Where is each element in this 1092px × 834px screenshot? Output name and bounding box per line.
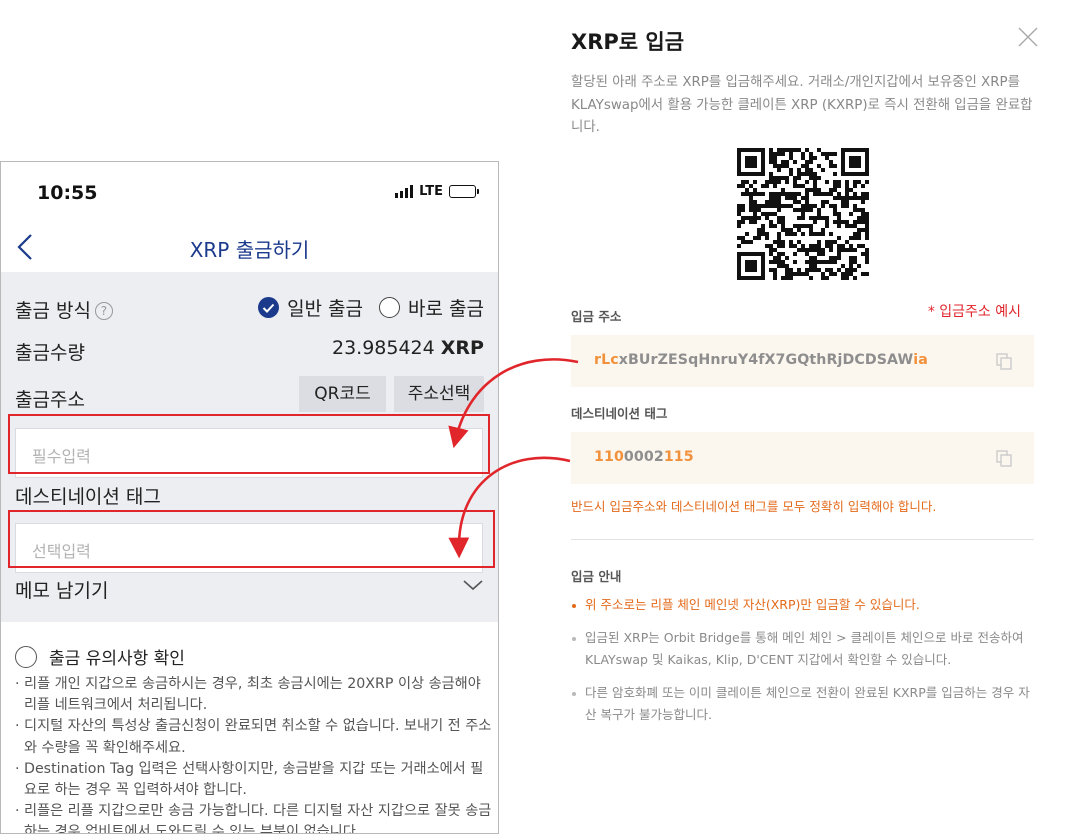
dest-tag-value[interactable]: 1100002115 (594, 449, 694, 465)
withdraw-form: 출금 방식? 일반 출금 바로 출금 출금수량 23.985424 XRP 출금… (1, 272, 498, 622)
dialog-description: 할당된 아래 주소로 XRP를 입금해주세요. 거래소/개인지갑에서 보유중인 … (571, 75, 1033, 135)
deposit-dialog: XRP로 입금 할당된 아래 주소로 XRP를 입금해주세요. 거래소/개인지갑… (555, 0, 1092, 834)
notice-item: · Destination Tag 입력은 선택사항이지만, 송금받을 지갑 또… (15, 760, 484, 799)
copy-icon[interactable] (996, 450, 1012, 467)
amount-number: 23.985424 (331, 337, 435, 359)
dest-tag-label: 데스티네이션 태그 (15, 486, 161, 508)
method-options: 일반 출금 바로 출금 (258, 294, 484, 321)
status-bar: 10:55 LTE (1, 162, 498, 224)
notice-item: · 리플 개인 지갑으로 송금하시는 경우, 최초 송금시에는 20XRP 이상… (15, 676, 481, 714)
help-icon[interactable]: ? (94, 302, 113, 320)
dialog-title: XRP로 입금 (571, 30, 685, 54)
page-title: XRP 출금하기 (189, 238, 310, 262)
dest-tag-highlight-frame (8, 510, 495, 568)
address-suffix: ia (913, 352, 928, 368)
address-highlight-frame (8, 414, 490, 474)
tag-middle: 0002 (623, 449, 664, 465)
deposit-address[interactable]: rLcxBUrZESqHnruY4fX7GQthRjDCDSAWia (594, 352, 928, 368)
divider (571, 539, 1034, 540)
option-instant-withdraw[interactable]: 바로 출금 (408, 294, 484, 321)
radio-unchecked-icon[interactable] (15, 645, 37, 668)
signal-icon (395, 185, 414, 198)
copy-icon[interactable] (996, 353, 1012, 370)
status-time: 10:55 (37, 182, 98, 204)
guide-item: 위 주소로는 리플 체인 메인넷 자산(XRP)만 입금할 수 있습니다. (571, 594, 1041, 617)
tag-prefix: 110 (594, 449, 624, 465)
guide-title: 입금 안내 (571, 569, 622, 584)
address-select-button[interactable]: 주소선택 (394, 376, 484, 412)
guide-item: 입금된 XRP는 Orbit Bridge를 통해 메인 체인 > 클레이튼 체… (571, 627, 1041, 672)
notice-item: · 디지털 자산의 특성상 출금신청이 완료되면 취소할 수 없습니다. 보내기… (15, 718, 492, 756)
notice-item: · 리플은 리플 지갑으로만 송금 가능합니다. 다른 디지털 자산 지갑으로 … (15, 803, 492, 834)
amount-label: 출금수량 (15, 342, 85, 364)
deposit-address-label: 입금 주소 (571, 309, 622, 324)
close-icon[interactable] (1017, 26, 1039, 48)
dest-tag-box: 1100002115 (571, 432, 1034, 484)
memo-label[interactable]: 메모 남기기 (15, 576, 108, 603)
nav-bar: XRP 출금하기 (1, 224, 498, 272)
chevron-down-icon[interactable] (462, 578, 484, 592)
guide-list: 위 주소로는 리플 체인 메인넷 자산(XRP)만 입금할 수 있습니다. 입금… (571, 594, 1041, 737)
radio-unchecked-icon[interactable] (379, 297, 401, 318)
phone-screenshot: 10:55 LTE XRP 출금하기 출금 방식? 일반 출금 바로 출금 출금… (0, 161, 499, 834)
qr-code (737, 148, 869, 280)
status-indicators: LTE (395, 184, 479, 199)
address-prefix: rLc (594, 352, 619, 368)
qr-code-button[interactable]: QR코드 (299, 376, 386, 412)
address-label: 출금주소 (15, 389, 85, 411)
notice-list: · 리플 개인 지갑으로 송금하시는 경우, 최초 송금시에는 20XRP 이상… (15, 674, 493, 834)
notice-confirm[interactable]: 출금 유의사항 확인 (15, 644, 185, 669)
method-label-text: 출금 방식 (15, 300, 91, 322)
tag-suffix: 115 (663, 449, 694, 465)
network-type: LTE (419, 184, 443, 199)
notice-title-text: 출금 유의사항 확인 (49, 649, 185, 669)
battery-icon (449, 185, 479, 198)
deposit-address-box: rLcxBUrZESqHnruY4fX7GQthRjDCDSAWia (571, 335, 1034, 387)
amount-unit: XRP (440, 337, 484, 359)
guide-item: 다른 암호화폐 또는 이미 클레이튼 체인으로 전환이 완료된 KXRP를 입금… (571, 682, 1041, 727)
address-middle: xBUrZESqHnruY4fX7GQthRjDCDSAW (618, 352, 914, 368)
dest-tag-section-label: 데스티네이션 태그 (571, 406, 668, 421)
address-example-note: * 입금주소 예시 (927, 304, 1021, 320)
amount-value: 23.985424 XRP (332, 337, 484, 359)
radio-checked-icon[interactable] (258, 297, 280, 318)
method-label: 출금 방식? (15, 296, 113, 323)
warning-text: 반드시 입금주소와 데스티네이션 태그를 모두 정확히 입력해야 합니다. (571, 499, 937, 514)
option-normal-withdraw[interactable]: 일반 출금 (287, 294, 363, 321)
